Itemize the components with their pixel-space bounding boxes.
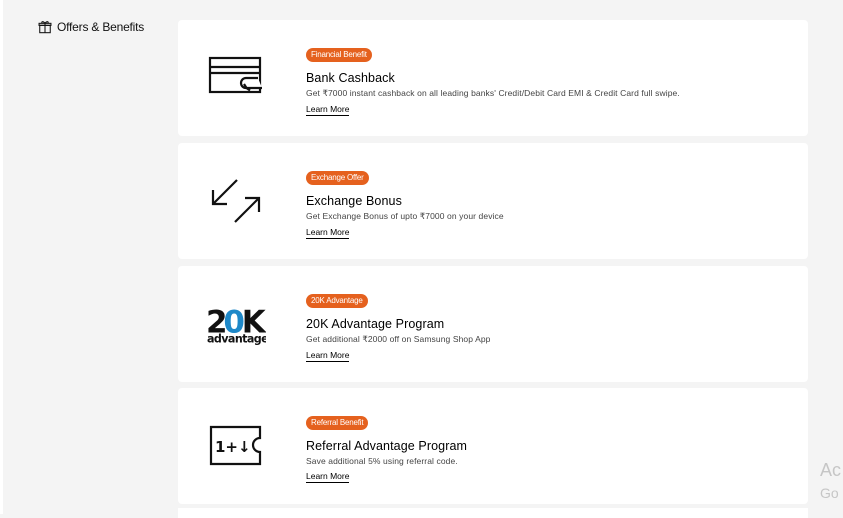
offer-card-partial bbox=[178, 508, 808, 518]
offer-card-exchange-bonus: Exchange Offer Exchange Bonus Get Exchan… bbox=[178, 143, 808, 259]
offer-description: Get Exchange Bonus of upto ₹7000 on your… bbox=[306, 211, 504, 221]
left-border bbox=[0, 0, 3, 514]
card-cashback-icon bbox=[206, 48, 266, 108]
offer-description: Save additional 5% using referral code. bbox=[306, 456, 458, 466]
logo-advantage-text: advantage bbox=[207, 332, 266, 345]
offer-title: 20K Advantage Program bbox=[306, 317, 445, 331]
gift-icon bbox=[38, 20, 52, 34]
offer-badge: Exchange Offer bbox=[306, 171, 369, 185]
20k-advantage-logo: 2 0 K advantage bbox=[206, 294, 266, 354]
offer-description: Get ₹7000 instant cashback on all leadin… bbox=[306, 88, 680, 98]
offer-title: Referral Advantage Program bbox=[306, 439, 468, 453]
offer-description: Get additional ₹2000 off on Samsung Shop… bbox=[306, 334, 491, 344]
sidebar-offers-benefits[interactable]: Offers & Benefits bbox=[38, 20, 144, 34]
offer-card-bank-cashback: Financial Benefit Bank Cashback Get ₹700… bbox=[178, 20, 808, 136]
offer-badge: 20K Advantage bbox=[306, 294, 368, 308]
offer-title: Bank Cashback bbox=[306, 71, 395, 85]
ticket-text: 1+↓ bbox=[215, 438, 251, 456]
offer-card-referral-advantage: 1+↓ Referral Benefit Referral Advantage … bbox=[178, 388, 808, 504]
sidebar-title-label: Offers & Benefits bbox=[57, 20, 145, 34]
learn-more-link[interactable]: Learn More bbox=[306, 350, 350, 362]
activation-watermark-line2: Go bbox=[820, 485, 839, 501]
learn-more-link[interactable]: Learn More bbox=[306, 227, 350, 239]
learn-more-link[interactable]: Learn More bbox=[306, 104, 350, 116]
offer-title: Exchange Bonus bbox=[306, 194, 402, 208]
referral-ticket-icon: 1+↓ bbox=[206, 416, 266, 476]
offer-card-20k-advantage: 2 0 K advantage 20K Advantage 20K Advant… bbox=[178, 266, 808, 382]
activation-watermark-line1: Ac bbox=[820, 460, 842, 480]
exchange-arrows-icon bbox=[206, 171, 266, 231]
offer-badge: Financial Benefit bbox=[306, 48, 372, 62]
learn-more-link[interactable]: Learn More bbox=[306, 471, 350, 483]
offer-badge: Referral Benefit bbox=[306, 416, 369, 430]
